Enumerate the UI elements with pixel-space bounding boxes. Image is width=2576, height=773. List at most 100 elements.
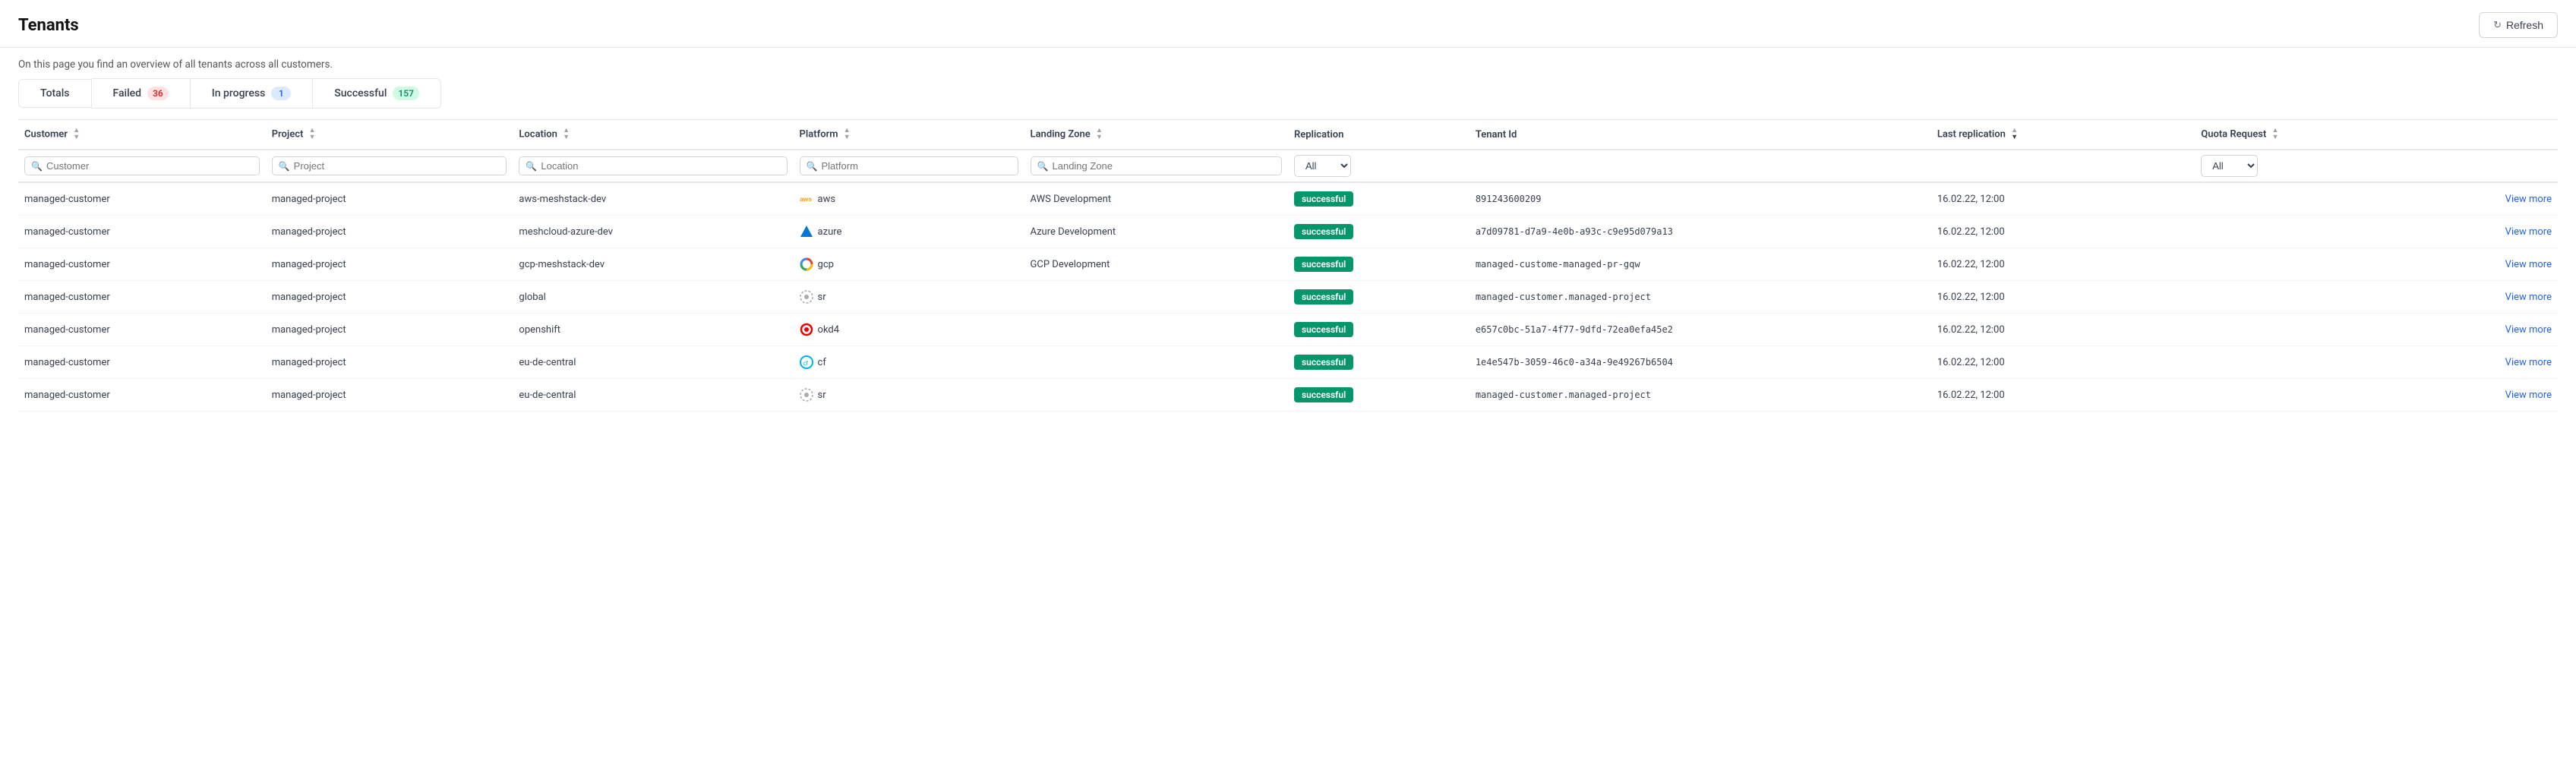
view-more-link[interactable]: View more [2505, 226, 2552, 238]
cell-quota [2195, 314, 2409, 346]
table-body: managed-customer managed-project aws-mes… [18, 182, 2558, 412]
table-row: managed-customer managed-project meshclo… [18, 216, 2558, 248]
col-header-project[interactable]: Project ▲▼ [266, 120, 513, 150]
cell-project: managed-project [266, 216, 513, 248]
quota-filter-select[interactable]: All [2201, 155, 2258, 177]
table-row: managed-customer managed-project openshi… [18, 314, 2558, 346]
col-header-action [2410, 120, 2558, 150]
cell-lastrep: 16.02.22, 12:00 [1931, 379, 2195, 412]
status-badge: successful [1294, 387, 1353, 402]
col-header-lastrep[interactable]: Last replication ▲▼ [1931, 120, 2195, 150]
platform-icon-cf: cf [800, 355, 813, 369]
cell-location: openshift [513, 314, 793, 346]
cell-quota [2195, 216, 2409, 248]
cell-customer: managed-customer [18, 182, 266, 216]
cell-project: managed-project [266, 248, 513, 281]
totals-label: Totals [40, 87, 70, 99]
view-more-link[interactable]: View more [2505, 390, 2552, 401]
col-header-customer[interactable]: Customer ▲▼ [18, 120, 266, 150]
project-search-input[interactable] [294, 160, 500, 172]
sort-icons-project: ▲▼ [309, 128, 316, 141]
platform-icon-sr [800, 388, 813, 402]
cell-tenantid: 891243600209 [1470, 182, 1931, 216]
view-more-link[interactable]: View more [2505, 259, 2552, 270]
status-badge: successful [1294, 355, 1353, 370]
cell-project: managed-project [266, 182, 513, 216]
inprogress-label: In progress [212, 87, 266, 99]
successful-stat: Successful 157 [313, 78, 441, 109]
successful-label: Successful [334, 87, 387, 99]
sort-icons-landingzone: ▲▼ [1096, 128, 1103, 141]
filter-landingzone: 🔍 [1024, 150, 1288, 182]
table-row: managed-customer managed-project eu-de-c… [18, 379, 2558, 412]
cell-project: managed-project [266, 314, 513, 346]
replication-filter-select[interactable]: All [1294, 155, 1351, 177]
cell-landingzone [1024, 346, 1288, 379]
inprogress-stat: In progress 1 [191, 78, 314, 109]
table-row: managed-customer managed-project eu-de-c… [18, 346, 2558, 379]
platform-label: cf [818, 357, 826, 368]
col-header-quota[interactable]: Quota Request ▲▼ [2195, 120, 2409, 150]
status-badge: successful [1294, 224, 1353, 239]
view-more-link[interactable]: View more [2505, 194, 2552, 205]
cell-replication: successful [1288, 281, 1470, 314]
cell-customer: managed-customer [18, 314, 266, 346]
cell-landingzone [1024, 379, 1288, 412]
cell-project: managed-project [266, 281, 513, 314]
filter-tenantid [1470, 150, 1931, 182]
cell-tenantid: e657c0bc-51a7-4f77-9dfd-72ea0efa45e2 [1470, 314, 1931, 346]
location-search-icon: 🔍 [526, 161, 537, 172]
platform-label: okd4 [818, 324, 840, 336]
tenants-table: Customer ▲▼ Project ▲▼ Location ▲▼ Platf… [18, 119, 2558, 412]
cell-replication: successful [1288, 314, 1470, 346]
cell-lastrep: 16.02.22, 12:00 [1931, 281, 2195, 314]
platform-label: azure [818, 226, 842, 238]
cell-customer: managed-customer [18, 216, 266, 248]
cell-action: View more [2410, 314, 2558, 346]
cell-landingzone: GCP Development [1024, 248, 1288, 281]
filter-replication[interactable]: All [1288, 150, 1470, 182]
cell-location: global [513, 281, 793, 314]
refresh-icon: ↻ [2493, 19, 2502, 31]
col-header-platform[interactable]: Platform ▲▼ [794, 120, 1024, 150]
refresh-button[interactable]: ↻ Refresh [2479, 12, 2558, 38]
cell-quota [2195, 346, 2409, 379]
cell-action: View more [2410, 346, 2558, 379]
svg-text:cf: cf [803, 360, 808, 367]
cell-location: gcp-meshstack-dev [513, 248, 793, 281]
landingzone-search-input[interactable] [1053, 160, 1275, 172]
cell-replication: successful [1288, 346, 1470, 379]
cell-quota [2195, 281, 2409, 314]
cell-action: View more [2410, 281, 2558, 314]
col-header-location[interactable]: Location ▲▼ [513, 120, 793, 150]
table-header-row: Customer ▲▼ Project ▲▼ Location ▲▼ Platf… [18, 120, 2558, 150]
platform-icon-aws: aws [800, 192, 813, 206]
filter-quota[interactable]: All [2195, 150, 2409, 182]
platform-search-input[interactable] [822, 160, 1012, 172]
cell-tenantid: 1e4e547b-3059-46c0-a34a-9e49267b6504 [1470, 346, 1931, 379]
view-more-link[interactable]: View more [2505, 357, 2552, 368]
location-search-input[interactable] [541, 160, 780, 172]
view-more-link[interactable]: View more [2505, 324, 2552, 336]
cell-replication: successful [1288, 248, 1470, 281]
filter-project: 🔍 [266, 150, 513, 182]
table-row: managed-customer managed-project aws-mes… [18, 182, 2558, 216]
stats-row: Totals Failed 36 In progress 1 Successfu… [0, 78, 2576, 119]
customer-search-input[interactable] [46, 160, 253, 172]
cell-landingzone: Azure Development [1024, 216, 1288, 248]
col-header-tenantid: Tenant Id [1470, 120, 1931, 150]
platform-search-icon: 🔍 [807, 161, 818, 172]
table-container: Customer ▲▼ Project ▲▼ Location ▲▼ Platf… [0, 119, 2576, 412]
cell-lastrep: 16.02.22, 12:00 [1931, 182, 2195, 216]
cell-location: meshcloud-azure-dev [513, 216, 793, 248]
col-header-landingzone[interactable]: Landing Zone ▲▼ [1024, 120, 1288, 150]
cell-location: eu-de-central [513, 379, 793, 412]
failed-label: Failed [113, 87, 142, 99]
customer-search-icon: 🔍 [31, 161, 43, 172]
cell-platform: okd4 [794, 314, 1024, 346]
status-badge: successful [1294, 322, 1353, 337]
landingzone-search-wrap: 🔍 [1031, 156, 1282, 175]
view-more-link[interactable]: View more [2505, 292, 2552, 303]
cell-tenantid: managed-customer.managed-project [1470, 379, 1931, 412]
cell-customer: managed-customer [18, 379, 266, 412]
